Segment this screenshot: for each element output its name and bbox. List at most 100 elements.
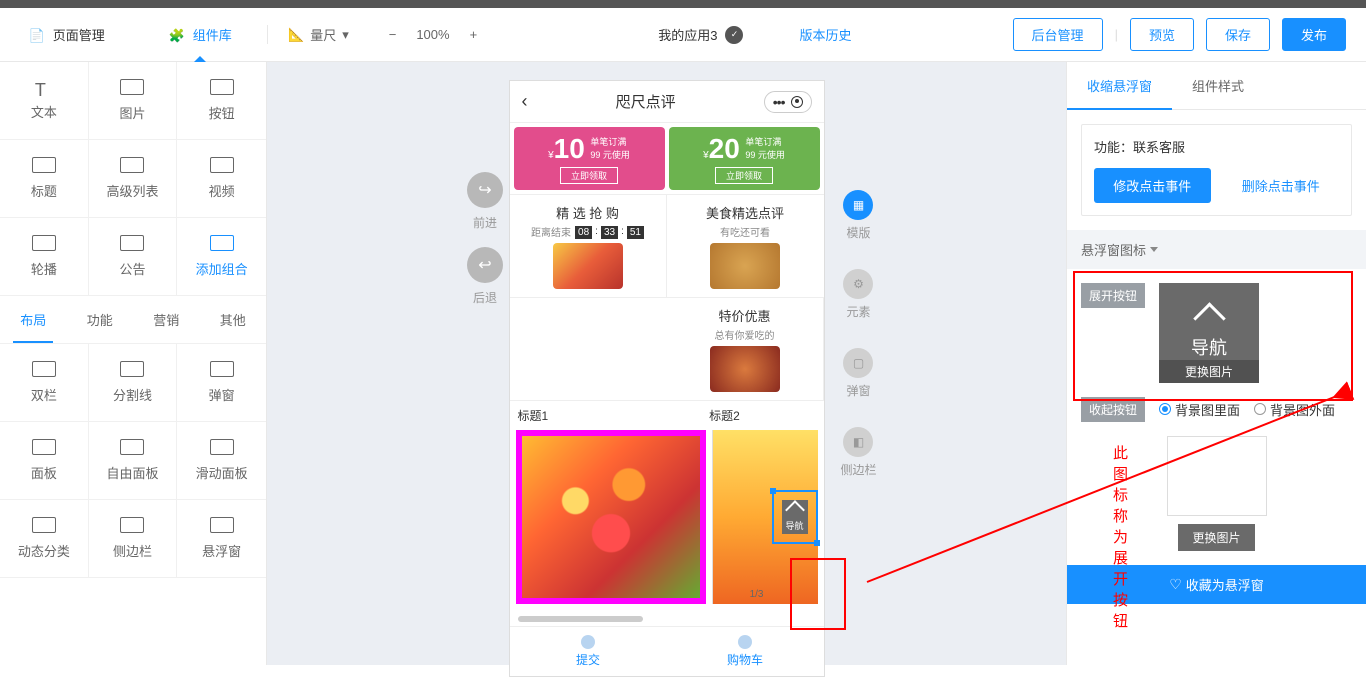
divider-icon [120,361,144,377]
comp-title[interactable]: 标题 [0,140,89,218]
zoom-in[interactable]: + [470,27,478,42]
rtab-style[interactable]: 组件样式 [1172,62,1264,109]
expand-thumbnail[interactable]: 导航 更换图片 [1159,283,1259,383]
annotation-box-1 [790,558,846,630]
function-label: 功能：联系客服 [1094,137,1339,156]
more-icon: ••• [773,94,785,110]
change-image-button[interactable]: 更换图片 [1159,360,1259,383]
comp-adv-list[interactable]: 高级列表 [89,140,178,218]
section-float-icon[interactable]: 悬浮窗图标 [1067,230,1366,269]
version-history-link[interactable]: 版本历史 [799,25,851,44]
target-icon [791,96,803,108]
subtab-other[interactable]: 其他 [200,296,267,343]
coupon-1[interactable]: ¥10 单笔订满99 元使用 立即领取 [514,127,665,190]
comp-panel[interactable]: 面板 [0,422,89,500]
popup-icon: ▢ [843,348,873,378]
fruit-image [522,436,700,598]
comp-add-combo[interactable]: 添加组合 [177,218,266,296]
forward-button[interactable]: ↪ [467,172,503,208]
heart-icon: ♡ [1169,576,1182,593]
zoom-control: − 100% + [389,27,477,42]
panel-icon [32,439,56,455]
comp-free-panel[interactable]: 自由面板 [89,422,178,500]
comp-float[interactable]: 悬浮窗 [177,500,266,578]
comp-dyn-category[interactable]: 动态分类 [0,500,89,578]
comp-slide-panel[interactable]: 滑动面板 [177,422,266,500]
carousel-icon [32,235,56,251]
tabbar-cart[interactable]: 购物车 [667,627,824,676]
capsule-button[interactable]: ••• [764,91,812,113]
radio-bg-inside[interactable]: 背景图里面 [1159,400,1240,419]
food-cell-2[interactable]: 美食精选点评 有吃还可看 [667,195,824,298]
comp-notice[interactable]: 公告 [89,218,178,296]
favorite-button[interactable]: ♡收藏为悬浮窗 [1067,565,1366,604]
comp-divider[interactable]: 分割线 [89,344,178,422]
annotation-text: 此图标称为展开按钮 [1113,442,1128,631]
carousel[interactable]: 1/3 导航 [510,430,824,604]
save-button[interactable]: 保存 [1206,18,1270,51]
subtab-marketing[interactable]: 营销 [133,296,200,343]
back-button[interactable]: ↩ [467,247,503,283]
sidepanel-icon: ◧ [843,427,873,457]
side-popup[interactable]: ▢弹窗 [843,348,873,399]
comp-video[interactable]: 视频 [177,140,266,218]
cart-icon [738,635,752,649]
popup-icon [210,361,234,377]
float-widget-selected[interactable]: 导航 [772,490,818,544]
radio-bg-outside[interactable]: 背景图外面 [1254,400,1335,419]
delete-event-button[interactable]: 删除点击事件 [1223,168,1340,203]
video-icon [210,157,234,173]
comp-popup[interactable]: 弹窗 [177,344,266,422]
side-element[interactable]: ⚙元素 [843,269,873,320]
properties-panel: 收缩悬浮窗 组件样式 功能：联系客服 修改点击事件 删除点击事件 悬浮窗图标 展… [1066,62,1366,665]
comp-carousel[interactable]: 轮播 [0,218,89,296]
publish-button[interactable]: 发布 [1282,18,1346,51]
side-template[interactable]: ▦模版 [843,190,873,241]
comp-button[interactable]: 按钮 [177,62,266,140]
side-sidebar[interactable]: ◧侧边栏 [840,427,876,478]
component-panel: T文本 图片 按钮 标题 高级列表 视频 轮播 公告 添加组合 布局 功能 营销… [0,62,267,665]
comp-text[interactable]: T文本 [0,62,89,140]
canvas: ↪ 前进 ↩ 后退 ‹ 咫尺点评 ••• ¥10 单笔订满99 元使用 立即领取 [267,62,1066,665]
comp-image[interactable]: 图片 [89,62,178,140]
add-combo-icon [210,235,234,251]
button-icon [210,79,234,95]
tabbar-submit[interactable]: 提交 [510,627,667,676]
category-icon [32,517,56,533]
comp-two-col[interactable]: 双栏 [0,344,89,422]
tab-page-management[interactable]: 📄 页面管理 [0,8,134,61]
free-panel-icon [120,439,144,455]
image-icon [120,79,144,95]
preview-button[interactable]: 预览 [1130,18,1194,51]
zoom-out[interactable]: − [389,27,397,42]
phone-title: 咫尺点评 [528,91,764,112]
food-cell-1[interactable]: 精 选 抢 购 距离结束 08:33:51 [510,195,667,298]
title-icon [32,157,56,173]
float-icon [210,517,234,533]
section-title-2: 标题2 [709,407,815,424]
subtab-layout[interactable]: 布局 [0,296,67,343]
food-cell-3[interactable]: 特价优惠 总有你爱吃的 [667,298,824,400]
change-image-button-2[interactable]: 更换图片 [1178,524,1254,551]
section-title-1: 标题1 [518,407,710,424]
tab-component-library[interactable]: 🧩 组件库 [134,8,268,61]
modify-event-button[interactable]: 修改点击事件 [1094,168,1211,203]
notice-icon [120,235,144,251]
food-image [710,243,780,289]
coupon-2[interactable]: ¥20 单笔订满99 元使用 立即领取 [669,127,820,190]
chevron-down-icon [1150,247,1158,252]
ruler-toggle[interactable]: 📐 量尺 ▾ [288,25,349,44]
file-icon: 📄 [29,28,47,42]
template-icon: ▦ [843,190,873,220]
collapse-thumbnail[interactable] [1167,436,1267,516]
sidebar-icon [120,517,144,533]
puzzle-icon: 🧩 [169,28,187,42]
scroll-indicator [518,616,644,622]
ruler-icon: 📐 [288,27,304,43]
element-icon: ⚙ [843,269,873,299]
zoom-level: 100% [416,27,449,42]
backstage-button[interactable]: 后台管理 [1013,18,1103,51]
subtab-function[interactable]: 功能 [67,296,134,343]
comp-sidebar[interactable]: 侧边栏 [89,500,178,578]
rtab-float[interactable]: 收缩悬浮窗 [1067,62,1172,109]
